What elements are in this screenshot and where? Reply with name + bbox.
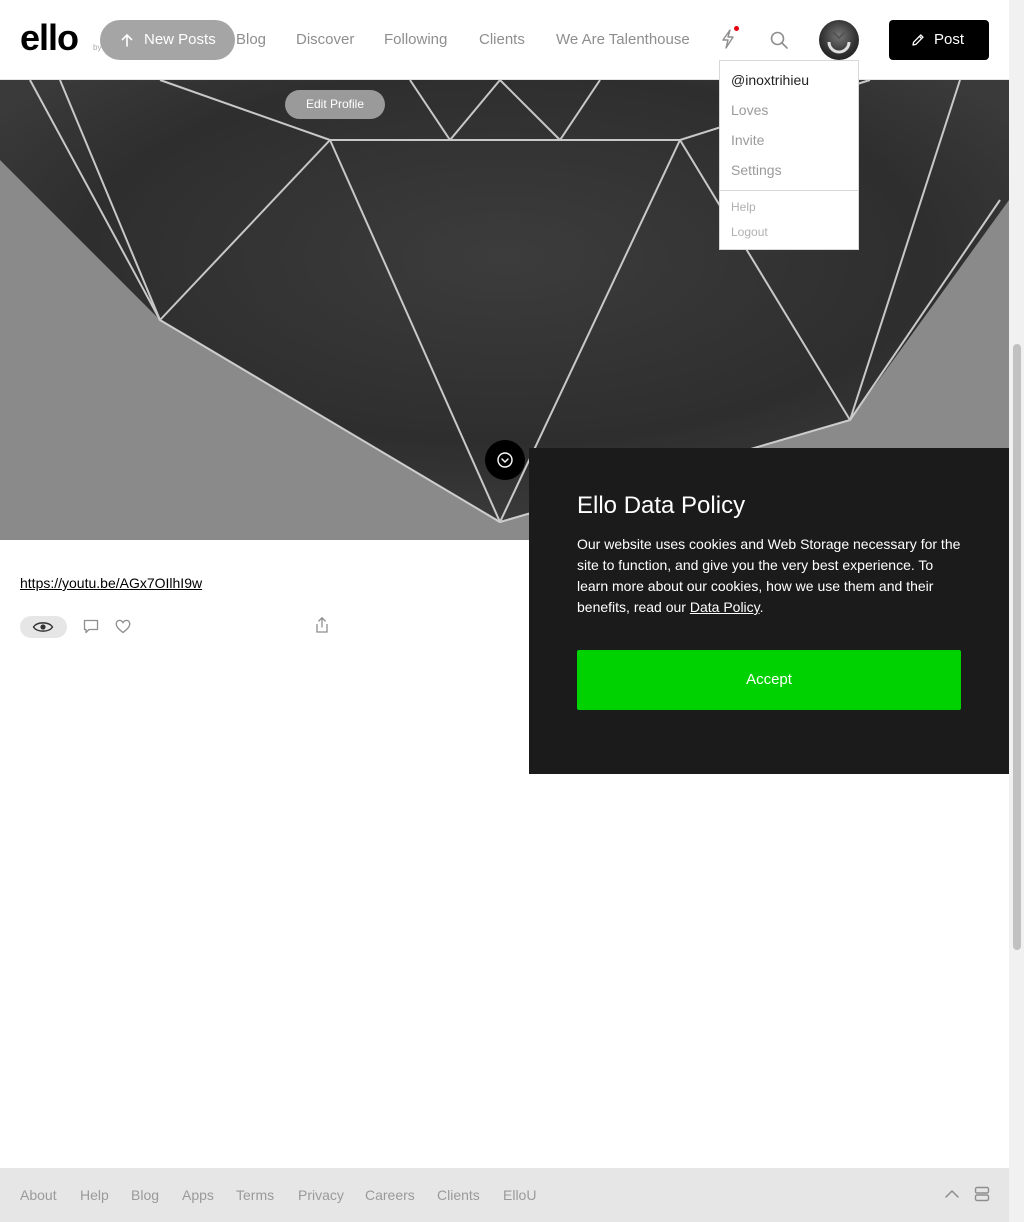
menu-user-handle[interactable]: @inoxtrihieu (731, 71, 809, 89)
scrollbar-thumb[interactable] (1013, 344, 1021, 950)
nav-clients[interactable]: Clients (479, 31, 525, 49)
nav-we-are-talenthouse[interactable]: We Are Talenthouse (556, 31, 690, 49)
new-posts-label: New Posts (144, 31, 216, 48)
accept-button[interactable]: Accept (577, 650, 961, 710)
page-scrollbar[interactable] (1009, 0, 1024, 1222)
menu-item-invite[interactable]: Invite (731, 131, 764, 149)
post-youtube-link[interactable]: https://youtu.be/AGx7OIlhI9w (20, 575, 202, 591)
footer-link-careers[interactable]: Careers (365, 1186, 415, 1204)
data-policy-body: Our website uses cookies and Web Storage… (577, 536, 961, 615)
footer-link-clients[interactable]: Clients (437, 1186, 480, 1204)
views-button[interactable] (20, 616, 67, 638)
new-posts-button[interactable]: New Posts (100, 20, 235, 60)
menu-item-loves[interactable]: Loves (731, 101, 768, 119)
edit-profile-button[interactable]: Edit Profile (285, 90, 385, 119)
nav-following[interactable]: Following (384, 31, 447, 49)
grid-layout-icon[interactable] (974, 1186, 990, 1202)
nav-discover[interactable]: Discover (296, 31, 354, 49)
notification-dot (734, 26, 739, 31)
footer-link-apps[interactable]: Apps (182, 1186, 214, 1204)
footer-bar: About Help Blog Apps Terms Privacy Caree… (0, 1168, 1009, 1222)
footer-link-privacy[interactable]: Privacy (298, 1186, 344, 1204)
data-policy-modal: Ello Data Policy Our website uses cookie… (529, 448, 1009, 774)
pencil-icon (912, 34, 924, 46)
user-avatar[interactable] (819, 20, 859, 60)
chevron-down-circle-icon (497, 452, 513, 468)
footer-link-about[interactable]: About (20, 1186, 57, 1204)
menu-item-logout[interactable]: Logout (731, 223, 768, 241)
footer-link-ellou[interactable]: ElloU (503, 1186, 536, 1204)
data-policy-title: Ello Data Policy (577, 492, 746, 519)
chevron-up-icon[interactable] (944, 1187, 960, 1201)
comment-icon[interactable] (83, 619, 99, 634)
avatar-image (827, 31, 851, 54)
scroll-down-button[interactable] (485, 440, 525, 480)
arrow-up-icon (121, 33, 133, 47)
share-icon[interactable] (314, 616, 330, 634)
post-button[interactable]: Post (889, 20, 989, 60)
lightning-notifications-icon[interactable] (719, 28, 737, 50)
search-icon[interactable] (769, 30, 789, 50)
eye-icon (32, 622, 54, 632)
heart-icon[interactable] (115, 619, 131, 634)
nav-blog[interactable]: Blog (236, 31, 266, 49)
post-button-label: Post (934, 31, 965, 48)
data-policy-link[interactable]: Data Policy (690, 599, 760, 615)
user-menu-dropdown: @inoxtrihieu Loves Invite Settings Help … (719, 60, 859, 250)
menu-divider (720, 190, 858, 191)
footer-link-help[interactable]: Help (80, 1186, 109, 1204)
page: ello by Blog Discover Following Clients … (0, 0, 1024, 1222)
footer-link-blog[interactable]: Blog (131, 1186, 159, 1204)
data-policy-body-end: . (759, 599, 764, 615)
menu-item-help[interactable]: Help (731, 198, 756, 216)
ello-logo[interactable]: ello (20, 18, 79, 58)
menu-item-settings[interactable]: Settings (731, 161, 782, 179)
data-policy-text: Our website uses cookies and Web Storage… (577, 534, 967, 618)
footer-link-terms[interactable]: Terms (236, 1186, 274, 1204)
